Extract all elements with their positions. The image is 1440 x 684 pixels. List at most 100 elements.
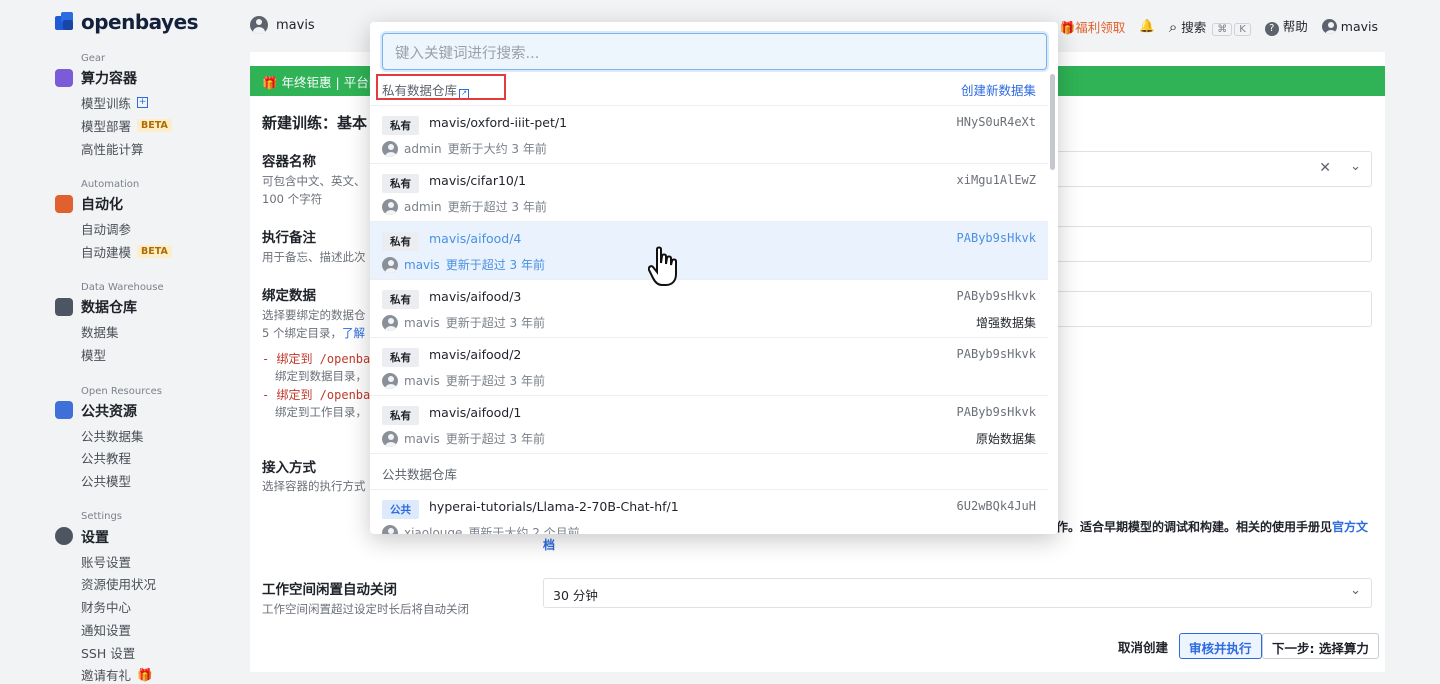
automation-icon bbox=[55, 195, 73, 213]
private-tag: 私有 bbox=[382, 116, 419, 135]
sidebar-item-public-models[interactable]: 公共模型 bbox=[81, 471, 131, 490]
avatar bbox=[382, 314, 398, 331]
dataset-name: mavis/aifood/3 bbox=[429, 289, 522, 304]
sidebar-item-usage[interactable]: 资源使用状况 bbox=[81, 574, 156, 593]
create-dataset-link[interactable]: 创建新数据集 bbox=[961, 80, 1036, 99]
sidebar-item-datasets[interactable]: 数据集 bbox=[81, 322, 119, 341]
sidebar-item-deploy[interactable]: 模型部署 BETA bbox=[81, 116, 172, 135]
search-button[interactable]: ⌕ 搜索 ⌘ K bbox=[1169, 17, 1251, 36]
sidebar-item-label: 财务中心 bbox=[81, 600, 132, 615]
sidebar-item-hpc[interactable]: 高性能计算 bbox=[81, 139, 144, 158]
avatar bbox=[250, 16, 268, 34]
cube-icon bbox=[55, 69, 73, 87]
idle-select[interactable]: 30 分钟 ⌄ bbox=[543, 578, 1372, 608]
sidebar-item-label: 公共教程 bbox=[81, 451, 132, 466]
sidebar-item-automodel[interactable]: 自动建模 BETA bbox=[81, 242, 172, 261]
avatar bbox=[382, 198, 398, 215]
bind-path-1-desc: 绑定到数据目录， bbox=[275, 369, 367, 383]
sidebar-item-invite[interactable]: 邀请有礼 🎁 bbox=[81, 665, 153, 684]
sidebar-item-label: 公共模型 bbox=[81, 474, 132, 489]
cancel-button[interactable]: 取消创建 bbox=[1109, 633, 1177, 659]
dataset-meta: mavis 更新于超过 3 年前 bbox=[382, 430, 545, 447]
container-name-label: 容器名称 bbox=[262, 154, 316, 170]
plus-icon[interactable]: + bbox=[137, 97, 149, 108]
owner: mavis bbox=[404, 431, 440, 446]
remark-desc: 用于备忘、描述此次 bbox=[262, 250, 366, 264]
list-item-selected[interactable]: 私有 mavis/aifood/4 PAByb9sHkvk mavis 更新于超过 3… bbox=[370, 222, 1048, 280]
page-title: 新建训练：基本 bbox=[262, 114, 368, 132]
docs-link[interactable]: 官方文 bbox=[1332, 520, 1368, 534]
docs-link-2[interactable]: 档 bbox=[543, 536, 555, 554]
gift-icon: 🎁 bbox=[1059, 19, 1076, 35]
sidebar-section-automation[interactable]: 自动化 bbox=[81, 194, 123, 214]
section-sub-gear: Gear bbox=[81, 53, 106, 64]
sidebar-item-notify[interactable]: 通知设置 bbox=[81, 620, 131, 639]
sidebar-item-finance[interactable]: 财务中心 bbox=[81, 597, 131, 616]
learn-more-link[interactable]: 了解 bbox=[342, 326, 365, 340]
sidebar-item-label: SSH 设置 bbox=[81, 646, 136, 661]
sidebar-section-gear[interactable]: 算力容器 bbox=[81, 68, 137, 88]
sidebar-item-account[interactable]: 账号设置 bbox=[81, 552, 131, 571]
close-icon[interactable]: ✕ bbox=[1319, 160, 1331, 176]
list-item[interactable]: 私有 mavis/cifar10/1 xiMgu1AlEwZ admin 更新于超过 … bbox=[370, 164, 1048, 222]
dataset-meta: mavis 更新于超过 3 年前 bbox=[382, 256, 545, 273]
container-name-desc-2: 100 个字符 bbox=[262, 192, 323, 206]
bind-data-desc-2: 5 个绑定目录，了解 bbox=[262, 324, 365, 342]
chevron-down-icon[interactable]: ⌄ bbox=[1350, 159, 1361, 174]
sidebar-item-train[interactable]: 模型训练 + bbox=[81, 93, 149, 112]
list-item[interactable]: 私有 mavis/oxford-iiit-pet/1 HNyS0uR4eXt adm… bbox=[370, 106, 1048, 164]
idle-value: 30 分钟 bbox=[553, 588, 598, 603]
review-execute-button[interactable]: 审核并执行 bbox=[1179, 633, 1262, 659]
search-label: 搜索 bbox=[1181, 19, 1207, 35]
updated-time: 更新于超过 3 年前 bbox=[445, 316, 545, 330]
section-sub-open: Open Resources bbox=[81, 386, 162, 397]
sidebar-item-label: 通知设置 bbox=[81, 623, 132, 638]
chevron-down-icon[interactable]: ⌄ bbox=[1350, 583, 1361, 598]
list-item[interactable]: 私有 mavis/aifood/2 PAByb9sHkvk mavis 更新于超过 3… bbox=[370, 338, 1048, 396]
bell-icon[interactable]: 🔔 bbox=[1139, 18, 1155, 34]
access-help-body: 作。适合早期模型的调试和构建。相关的使用手册见 bbox=[1056, 520, 1333, 534]
sidebar-section-settings[interactable]: 设置 bbox=[81, 527, 109, 547]
dataset-name: mavis/aifood/1 bbox=[429, 405, 522, 420]
beta-badge: BETA bbox=[137, 119, 172, 132]
dataset-name: mavis/aifood/2 bbox=[429, 347, 522, 362]
help-link[interactable]: ? 帮助 bbox=[1264, 16, 1308, 36]
bind-desc-text: 5 个绑定目录， bbox=[262, 326, 342, 340]
username: mavis bbox=[276, 17, 315, 33]
list-item[interactable]: 私有 mavis/aifood/3 PAByb9sHkvk mavis 更新于超过 3… bbox=[370, 280, 1048, 338]
sidebar-item-public-datasets[interactable]: 公共数据集 bbox=[81, 426, 144, 445]
dataset-name: hyperai-tutorials/Llama-2-70B-Chat-hf/1 bbox=[429, 499, 679, 514]
section-sub-warehouse: Data Warehouse bbox=[81, 282, 164, 293]
next-step-button[interactable]: 下一步: 选择算力 bbox=[1262, 633, 1379, 659]
dataset-id: HNyS0uR4eXt bbox=[956, 115, 1036, 129]
sidebar-item-models[interactable]: 模型 bbox=[81, 345, 106, 364]
user-right[interactable]: mavis bbox=[1321, 18, 1378, 34]
sidebar-item-autotune[interactable]: 自动调参 bbox=[81, 219, 131, 238]
dataset-meta: admin 更新于大约 3 年前 bbox=[382, 140, 547, 157]
search-icon: ⌕ bbox=[1168, 17, 1178, 36]
list-item[interactable]: 私有 mavis/aifood/1 PAByb9sHkvk mavis 更新于超过 3… bbox=[370, 396, 1048, 454]
welfare-link[interactable]: 🎁福利领取 bbox=[1060, 17, 1126, 36]
scrollbar[interactable] bbox=[1050, 74, 1055, 170]
sidebar-item-public-tutorials[interactable]: 公共教程 bbox=[81, 448, 131, 467]
idle-label: 工作空间闲置自动关闭 bbox=[262, 582, 397, 598]
sidebar-item-label: 自动建模 bbox=[81, 245, 132, 260]
avatar bbox=[382, 372, 398, 389]
search-input[interactable]: 键入关键词进行搜索... bbox=[382, 33, 1047, 70]
sidebar-item-label: 资源使用状况 bbox=[81, 577, 157, 592]
sidebar: openbayes Gear 算力容器 模型训练 + 模型部署 BETA 高性能计算… bbox=[0, 0, 240, 684]
sidebar-item-ssh[interactable]: SSH 设置 bbox=[81, 643, 135, 662]
sidebar-item-label: 自动调参 bbox=[81, 222, 132, 237]
dataset-note: 增强数据集 bbox=[975, 316, 1036, 330]
dataset-id: PAByb9sHkvk bbox=[956, 347, 1036, 361]
owner: admin bbox=[404, 141, 442, 156]
logo[interactable]: openbayes bbox=[55, 10, 199, 34]
sidebar-section-warehouse[interactable]: 数据仓库 bbox=[81, 297, 137, 317]
kbd-cmd: ⌘ bbox=[1212, 22, 1233, 36]
hand-cursor-icon bbox=[648, 246, 677, 286]
avatar bbox=[382, 430, 398, 447]
highlight-box bbox=[376, 74, 506, 100]
user-menu[interactable]: mavis bbox=[250, 16, 315, 34]
list-item[interactable]: 公共 hyperai-tutorials/Llama-2-70B-Chat-hf/… bbox=[370, 490, 1048, 534]
sidebar-section-public[interactable]: 公共资源 bbox=[81, 401, 137, 421]
